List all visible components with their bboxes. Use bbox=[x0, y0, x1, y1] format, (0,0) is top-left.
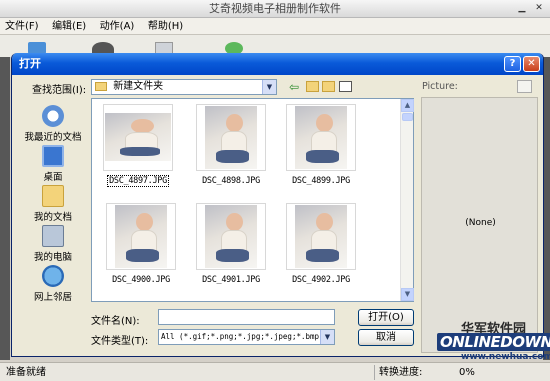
chevron-down-icon[interactable]: ▼ bbox=[262, 80, 276, 94]
places-bar: 我最近的文档 桌面 我的文档 我的电脑 网上邻居 bbox=[24, 87, 82, 303]
preview-label: Picture: bbox=[422, 81, 458, 92]
watermark-en: ONLINEDOWN bbox=[437, 333, 550, 351]
thumbnail bbox=[106, 203, 176, 270]
app-title: 艾奇视频电子相册制作软件 bbox=[209, 2, 341, 15]
menu-edit[interactable]: 编辑(E) bbox=[47, 18, 91, 35]
app-menubar: 文件(F) 编辑(E) 动作(A) 帮助(H) bbox=[0, 18, 550, 35]
desktop-icon bbox=[42, 145, 64, 167]
filename-label: 文件名(N): bbox=[91, 316, 140, 327]
place-my-documents[interactable]: 我的文档 bbox=[24, 185, 82, 223]
place-desktop[interactable]: 桌面 bbox=[24, 145, 82, 183]
watermark-logo: 华军软件园 ONLINEDOWN www.newhua.com bbox=[425, 318, 550, 364]
file-item[interactable]: DSC_4898.JPG bbox=[186, 104, 276, 186]
network-icon bbox=[42, 265, 64, 287]
app-right-panel bbox=[543, 57, 550, 360]
app-titlebar: 艾奇视频电子相册制作软件 ▁ ✕ bbox=[0, 0, 550, 18]
place-label: 我最近的文档 bbox=[24, 132, 82, 143]
back-icon[interactable]: ⇦ bbox=[289, 81, 299, 93]
place-label: 我的文档 bbox=[33, 212, 72, 223]
thumbnail-grid: DSC_4897.JPG DSC_4898.JPG DSC_4899.JPG D… bbox=[92, 99, 401, 301]
file-item[interactable]: DSC_4899.JPG bbox=[276, 104, 366, 186]
cancel-button[interactable]: 取消 bbox=[358, 329, 414, 346]
preview-icon[interactable] bbox=[517, 80, 532, 93]
file-item[interactable]: DSC_4897.JPG bbox=[93, 104, 183, 187]
place-network[interactable]: 网上邻居 bbox=[24, 265, 82, 303]
scroll-thumb[interactable] bbox=[402, 113, 413, 121]
place-recent[interactable]: 我最近的文档 bbox=[24, 105, 82, 143]
scroll-up-icon[interactable]: ▲ bbox=[401, 99, 414, 112]
place-label: 我的电脑 bbox=[33, 252, 72, 263]
thumbnail bbox=[286, 203, 356, 270]
thumbnail bbox=[286, 104, 356, 171]
watermark-url: www.newhua.com bbox=[461, 352, 550, 362]
status-text: 准备就绪 bbox=[6, 367, 46, 378]
menu-help[interactable]: 帮助(H) bbox=[143, 18, 188, 35]
progress-value: 0% bbox=[459, 367, 475, 378]
place-my-computer[interactable]: 我的电脑 bbox=[24, 225, 82, 263]
help-button[interactable]: ? bbox=[504, 56, 521, 72]
minimize-icon[interactable]: ▁ bbox=[515, 2, 529, 15]
status-bar: 准备就绪 转换进度: 0% bbox=[0, 362, 550, 381]
open-dialog: 打开 ? ✕ 查找范围(I): 新建文件夹 ▼ ⇦ 我最近的文档 桌面 我的文档… bbox=[11, 53, 544, 357]
look-in-value: 新建文件夹 bbox=[113, 81, 164, 92]
dialog-title: 打开 bbox=[19, 57, 41, 70]
my-computer-icon bbox=[42, 225, 64, 247]
place-label: 网上邻居 bbox=[33, 292, 72, 303]
up-folder-icon[interactable] bbox=[306, 81, 319, 92]
filename-input[interactable] bbox=[158, 309, 335, 325]
dialog-titlebar: 打开 ? ✕ bbox=[12, 53, 543, 75]
chevron-down-icon[interactable]: ▼ bbox=[320, 330, 334, 344]
filetype-label: 文件类型(T): bbox=[91, 336, 149, 347]
preview-none-text: (None) bbox=[465, 218, 496, 228]
app-left-panel bbox=[0, 57, 10, 360]
file-name: DSC_4901.JPG bbox=[202, 275, 260, 285]
file-name: DSC_4899.JPG bbox=[292, 176, 350, 186]
folder-icon bbox=[95, 82, 107, 91]
menu-action[interactable]: 动作(A) bbox=[95, 18, 140, 35]
scroll-down-icon[interactable]: ▼ bbox=[401, 288, 414, 301]
place-label: 桌面 bbox=[43, 172, 63, 183]
thumbnail bbox=[103, 104, 173, 171]
file-item[interactable]: DSC_4900.JPG bbox=[96, 203, 186, 285]
preview-pane: (None) bbox=[421, 97, 538, 353]
look-in-combo[interactable]: 新建文件夹 ▼ bbox=[91, 79, 277, 95]
file-name: DSC_4897.JPG bbox=[107, 175, 169, 187]
file-name: DSC_4902.JPG bbox=[292, 275, 350, 285]
thumbnail bbox=[196, 203, 266, 270]
view-menu-icon[interactable] bbox=[339, 81, 352, 92]
my-documents-icon bbox=[42, 185, 64, 207]
vertical-scrollbar[interactable]: ▲ ▼ bbox=[400, 99, 414, 301]
new-folder-icon[interactable] bbox=[322, 81, 335, 92]
recent-docs-icon bbox=[42, 105, 64, 127]
file-name: DSC_4898.JPG bbox=[202, 176, 260, 186]
file-item[interactable]: DSC_4901.JPG bbox=[186, 203, 276, 285]
thumbnail bbox=[196, 104, 266, 171]
file-item[interactable]: DSC_4902.JPG bbox=[276, 203, 366, 285]
filetype-combo[interactable]: All (*.gif;*.png;*.jpg;*.jpeg;*.bmp) ▼ bbox=[158, 329, 335, 345]
menu-file[interactable]: 文件(F) bbox=[0, 18, 44, 35]
close-icon[interactable]: ✕ bbox=[532, 2, 546, 15]
progress-label: 转换进度: bbox=[374, 365, 422, 380]
filetype-value: All (*.gif;*.png;*.jpg;*.jpeg;*.bmp) bbox=[161, 332, 324, 341]
file-list[interactable]: DSC_4897.JPG DSC_4898.JPG DSC_4899.JPG D… bbox=[91, 98, 414, 302]
open-button[interactable]: 打开(O) bbox=[358, 309, 414, 326]
file-name: DSC_4900.JPG bbox=[112, 275, 170, 285]
dialog-close-button[interactable]: ✕ bbox=[523, 56, 540, 72]
